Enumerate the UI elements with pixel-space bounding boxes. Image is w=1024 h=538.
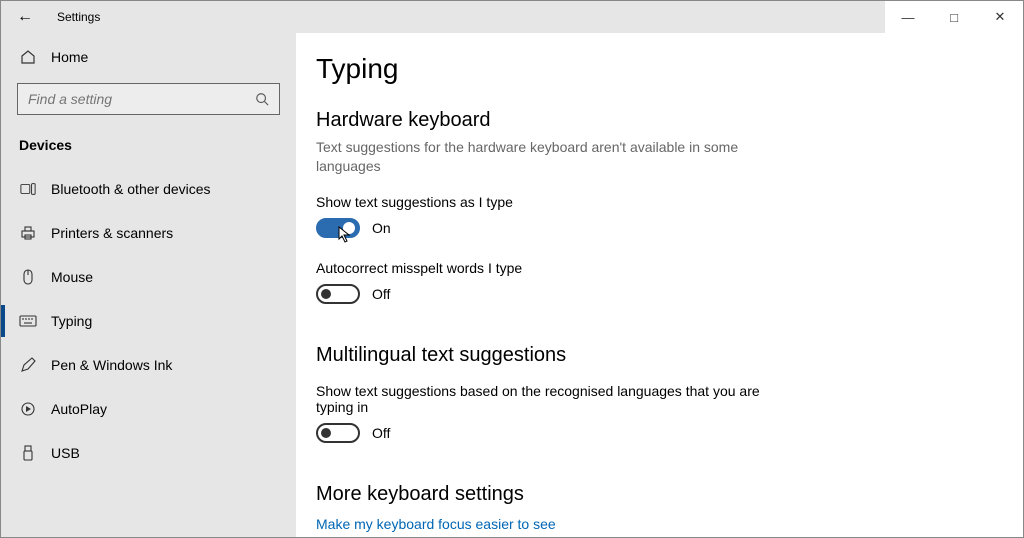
sidebar-item-label: USB	[51, 445, 80, 461]
sidebar-item-printers[interactable]: Printers & scanners	[1, 211, 296, 255]
window-title: Settings	[49, 10, 100, 24]
sidebar-item-autoplay[interactable]: AutoPlay	[1, 387, 296, 431]
autocorrect-state: Off	[372, 286, 390, 302]
search-input[interactable]	[26, 90, 253, 108]
back-button[interactable]: ←	[1, 8, 49, 26]
sidebar-item-label: Printers & scanners	[51, 225, 173, 241]
usb-icon	[19, 444, 37, 462]
text-suggestions-toggle[interactable]	[316, 218, 360, 238]
sidebar-item-mouse[interactable]: Mouse	[1, 255, 296, 299]
printer-icon	[19, 224, 37, 242]
multilingual-toggle[interactable]	[316, 423, 360, 443]
category-header: Devices	[1, 123, 296, 159]
home-nav[interactable]: Home	[1, 37, 296, 77]
more-settings-heading: More keyboard settings	[316, 483, 1023, 506]
sidebar: Home Devices Blue	[1, 33, 296, 537]
home-icon	[19, 48, 37, 66]
titlebar: ← Settings — □ ✕	[1, 1, 1023, 33]
multilingual-state: Off	[372, 425, 390, 441]
mouse-icon	[19, 268, 37, 286]
autocorrect-label: Autocorrect misspelt words I type	[316, 260, 776, 276]
hardware-keyboard-heading: Hardware keyboard	[316, 109, 1023, 132]
sidebar-item-label: Mouse	[51, 269, 93, 285]
autoplay-icon	[19, 400, 37, 418]
maximize-button[interactable]: □	[931, 1, 977, 33]
devices-icon	[19, 180, 37, 198]
arrow-left-icon: ←	[17, 8, 33, 26]
close-button[interactable]: ✕	[977, 1, 1023, 33]
search-box[interactable]	[17, 83, 280, 115]
multilingual-desc: Show text suggestions based on the recog…	[316, 383, 776, 415]
text-suggestions-label: Show text suggestions as I type	[316, 194, 776, 210]
sidebar-item-typing[interactable]: Typing	[1, 299, 296, 343]
sidebar-item-label: Typing	[51, 313, 92, 329]
sidebar-item-usb[interactable]: USB	[1, 431, 296, 475]
keyboard-icon	[19, 312, 37, 330]
home-label: Home	[51, 49, 88, 65]
sidebar-item-bluetooth[interactable]: Bluetooth & other devices	[1, 167, 296, 211]
multilingual-heading: Multilingual text suggestions	[316, 344, 1023, 367]
minimize-button[interactable]: —	[885, 1, 931, 33]
text-suggestions-state: On	[372, 220, 391, 236]
minimize-icon: —	[902, 10, 915, 25]
sidebar-item-pen[interactable]: Pen & Windows Ink	[1, 343, 296, 387]
content-area: Typing Hardware keyboard Text suggestion…	[296, 33, 1023, 537]
autocorrect-toggle[interactable]	[316, 284, 360, 304]
pen-icon	[19, 356, 37, 374]
sidebar-item-label: Bluetooth & other devices	[51, 181, 211, 197]
search-icon	[253, 90, 271, 108]
close-icon: ✕	[995, 9, 1006, 25]
maximize-icon: □	[950, 10, 958, 25]
keyboard-focus-link[interactable]: Make my keyboard focus easier to see	[316, 516, 1023, 532]
sidebar-item-label: Pen & Windows Ink	[51, 357, 172, 373]
page-title: Typing	[316, 53, 1023, 85]
hardware-keyboard-desc: Text suggestions for the hardware keyboa…	[316, 138, 776, 176]
sidebar-item-label: AutoPlay	[51, 401, 107, 417]
